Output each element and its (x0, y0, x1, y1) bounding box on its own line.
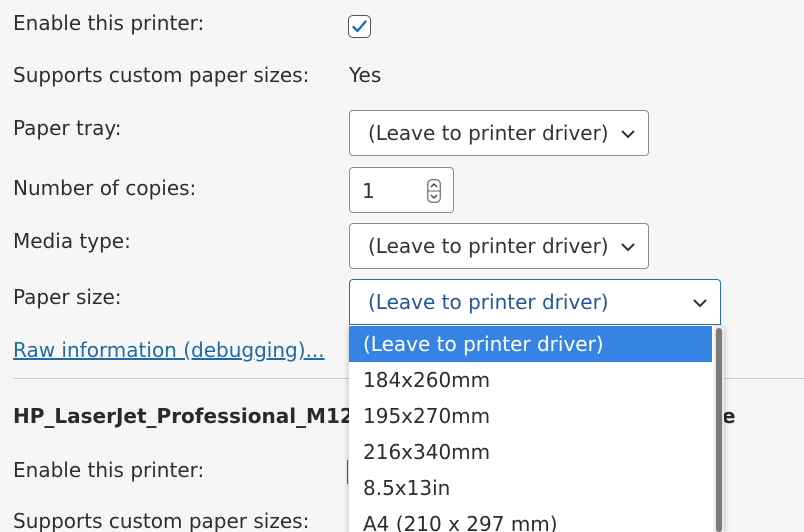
copies-label: Number of copies: (13, 176, 197, 200)
custom-sizes-label-2: Supports custom paper sizes: (13, 509, 310, 532)
spin-arrows-icon[interactable] (427, 179, 441, 203)
printer-name-heading: HP_LaserJet_Professional_M1217 (13, 404, 382, 428)
paper-size-label: Paper size: (13, 285, 122, 309)
paper-tray-select[interactable]: (Leave to printer driver) (349, 110, 649, 156)
paper-size-selected: (Leave to printer driver) (368, 290, 609, 314)
paper-size-dropdown: (Leave to printer driver) 184x260mm 195x… (349, 325, 724, 532)
dropdown-option[interactable]: A4 (210 x 297 mm) (349, 506, 712, 532)
chevron-down-icon (693, 299, 707, 308)
dropdown-option[interactable]: 184x260mm (349, 362, 712, 398)
printer-name-heading-tail: e (722, 404, 736, 428)
copies-spinbutton[interactable]: 1 (349, 167, 454, 213)
custom-sizes-value: Yes (349, 63, 382, 87)
printer-settings-panel: Enable this printer: Supports custom pap… (0, 0, 804, 532)
paper-size-select[interactable]: (Leave to printer driver) (349, 279, 721, 325)
copies-value: 1 (362, 179, 375, 203)
media-type-selected: (Leave to printer driver) (368, 234, 609, 258)
dropdown-option[interactable]: 8.5x13in (349, 470, 712, 506)
enable-printer-label-2: Enable this printer: (13, 458, 205, 482)
checkmark-icon (352, 20, 367, 33)
custom-sizes-label: Supports custom paper sizes: (13, 63, 310, 87)
dropdown-option[interactable]: (Leave to printer driver) (349, 326, 712, 362)
chevron-down-icon (621, 130, 635, 139)
chevron-down-icon (621, 243, 635, 252)
media-type-select[interactable]: (Leave to printer driver) (349, 223, 649, 269)
dropdown-scrollbar-thumb[interactable] (716, 328, 722, 532)
enable-printer-checkbox[interactable] (348, 15, 371, 38)
paper-tray-label: Paper tray: (13, 116, 122, 140)
raw-information-link[interactable]: Raw information (debugging)... (13, 338, 325, 362)
paper-tray-selected: (Leave to printer driver) (368, 121, 609, 145)
enable-printer-label: Enable this printer: (13, 11, 205, 35)
dropdown-option[interactable]: 195x270mm (349, 398, 712, 434)
media-type-label: Media type: (13, 229, 131, 253)
dropdown-option[interactable]: 216x340mm (349, 434, 712, 470)
